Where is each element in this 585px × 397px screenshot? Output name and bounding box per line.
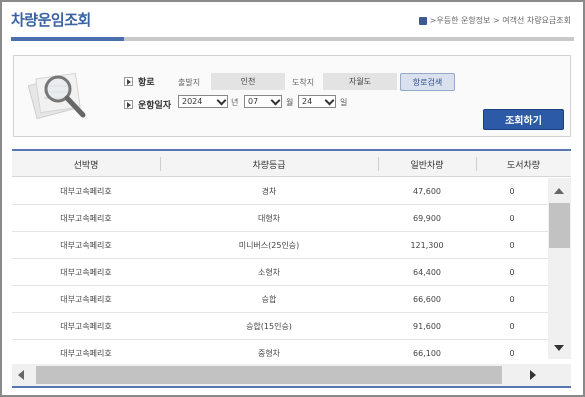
cell-island-fare: 0 bbox=[509, 241, 515, 250]
horizontal-scrollbar[interactable] bbox=[12, 364, 571, 386]
table-row[interactable]: 대부고속페리호 대형차 69,900 0 bbox=[12, 205, 548, 232]
fare-table: 선박명 차량등급 일반차량 도서차량 대부고속페리호 경차 47,600 0 대부고속페… bbox=[12, 149, 571, 386]
cell-island-fare: 0 bbox=[509, 322, 515, 331]
cell-island-fare: 0 bbox=[509, 187, 515, 196]
title-divider bbox=[11, 37, 574, 41]
home-icon[interactable] bbox=[418, 16, 427, 25]
cell-vehicle-class: 경차 bbox=[261, 187, 277, 196]
chevron-down-icon bbox=[216, 95, 227, 105]
table-header: 선박명 차량등급 일반차량 도서차량 bbox=[12, 151, 571, 177]
cell-regular-fare: 66,600 bbox=[413, 295, 441, 304]
cell-ship-name: 대부고속페리호 bbox=[60, 268, 112, 277]
departure-label: 출발지 bbox=[178, 78, 201, 87]
bullet-arrow-icon bbox=[124, 100, 133, 109]
year-unit: 년 bbox=[231, 98, 239, 107]
cell-vehicle-class: 승합(15인승) bbox=[246, 322, 292, 331]
cell-regular-fare: 121,300 bbox=[410, 241, 444, 250]
header-island-vehicle[interactable]: 도서차량 bbox=[476, 151, 571, 177]
table-row[interactable]: 대부고속페리호 미니버스(25인승) 121,300 0 bbox=[12, 232, 548, 259]
scroll-up-icon[interactable] bbox=[554, 188, 564, 194]
cell-ship-name: 대부고속페리호 bbox=[60, 322, 112, 331]
scroll-down-icon[interactable] bbox=[554, 345, 564, 351]
query-button[interactable]: 조회하기 bbox=[483, 109, 564, 130]
table-body: 대부고속페리호 경차 47,600 0 대부고속페리호 대형차 69,900 0 대부고속페리호… bbox=[12, 178, 548, 359]
breadcrumb-text: >우등한 운항정보 > 여객선 차량요금조회 bbox=[429, 16, 571, 25]
breadcrumb: >우등한 운항정보 > 여객선 차량요금조회 bbox=[418, 15, 571, 26]
scroll-right-icon[interactable] bbox=[530, 370, 536, 380]
scroll-left-icon[interactable] bbox=[18, 370, 24, 380]
table-row[interactable]: 대부고속페리호 소형차 64,400 0 bbox=[12, 259, 548, 286]
route-search-button[interactable]: 항로검색 bbox=[400, 73, 455, 91]
vertical-scrollbar[interactable] bbox=[548, 178, 571, 359]
departure-field[interactable]: 인천 bbox=[211, 73, 285, 90]
cell-ship-name: 대부고속페리호 bbox=[60, 241, 112, 250]
cell-regular-fare: 64,400 bbox=[413, 268, 441, 277]
year-select[interactable]: 2024 bbox=[178, 95, 228, 108]
arrival-label: 도착지 bbox=[292, 78, 315, 87]
cell-ship-name: 대부고속페리호 bbox=[60, 295, 112, 304]
header-ship-name[interactable]: 선박명 bbox=[12, 151, 160, 177]
cell-ship-name: 대부고속페리호 bbox=[60, 214, 112, 223]
route-row-label: 항로 bbox=[124, 75, 155, 88]
table-bottom-rule bbox=[12, 386, 571, 388]
cell-regular-fare: 47,600 bbox=[413, 187, 441, 196]
cell-regular-fare: 91,600 bbox=[413, 322, 441, 331]
cell-vehicle-class: 미니버스(25인승) bbox=[238, 241, 300, 250]
table-row[interactable]: 대부고속페리호 경차 47,600 0 bbox=[12, 178, 548, 205]
cell-island-fare: 0 bbox=[509, 268, 515, 277]
bullet-arrow-icon bbox=[124, 77, 133, 86]
magnifier-icon bbox=[28, 72, 86, 120]
cell-ship-name: 대부고속페리호 bbox=[60, 187, 112, 196]
day-unit: 일 bbox=[340, 98, 348, 107]
page-title: 차량운임조회 bbox=[11, 11, 91, 29]
arrival-field[interactable]: 자월도 bbox=[323, 73, 397, 90]
date-row-label: 운항일자 bbox=[124, 98, 171, 111]
cell-island-fare: 0 bbox=[509, 214, 515, 223]
cell-vehicle-class: 승합 bbox=[261, 295, 277, 304]
chevron-down-icon bbox=[270, 95, 281, 105]
cell-ship-name: 대부고속페리호 bbox=[60, 349, 112, 358]
vertical-scroll-thumb[interactable] bbox=[549, 203, 570, 248]
header-vehicle-class[interactable]: 차량등급 bbox=[160, 151, 378, 177]
month-unit: 월 bbox=[286, 98, 294, 107]
cell-regular-fare: 69,900 bbox=[413, 214, 441, 223]
day-select[interactable]: 24 bbox=[298, 95, 336, 108]
header-regular-vehicle[interactable]: 일반차량 bbox=[378, 151, 476, 177]
cell-vehicle-class: 중형차 bbox=[257, 349, 281, 358]
cell-vehicle-class: 대형차 bbox=[257, 214, 281, 223]
horizontal-scroll-thumb[interactable] bbox=[36, 366, 502, 384]
cell-island-fare: 0 bbox=[509, 349, 515, 358]
table-row[interactable]: 대부고속페리호 중형차 66,100 0 bbox=[12, 340, 548, 359]
table-row[interactable]: 대부고속페리호 승합 66,600 0 bbox=[12, 286, 548, 313]
window-frame: 차량운임조회 >우등한 운항정보 > 여객선 차량요금조회 항로 출발지 인천 … bbox=[0, 0, 585, 397]
chevron-down-icon bbox=[324, 95, 335, 105]
cell-island-fare: 0 bbox=[509, 295, 515, 304]
month-select[interactable]: 07 bbox=[244, 95, 282, 108]
cell-regular-fare: 66,100 bbox=[413, 349, 441, 358]
cell-vehicle-class: 소형차 bbox=[257, 268, 281, 277]
table-row[interactable]: 대부고속페리호 승합(15인승) 91,600 0 bbox=[12, 313, 548, 340]
